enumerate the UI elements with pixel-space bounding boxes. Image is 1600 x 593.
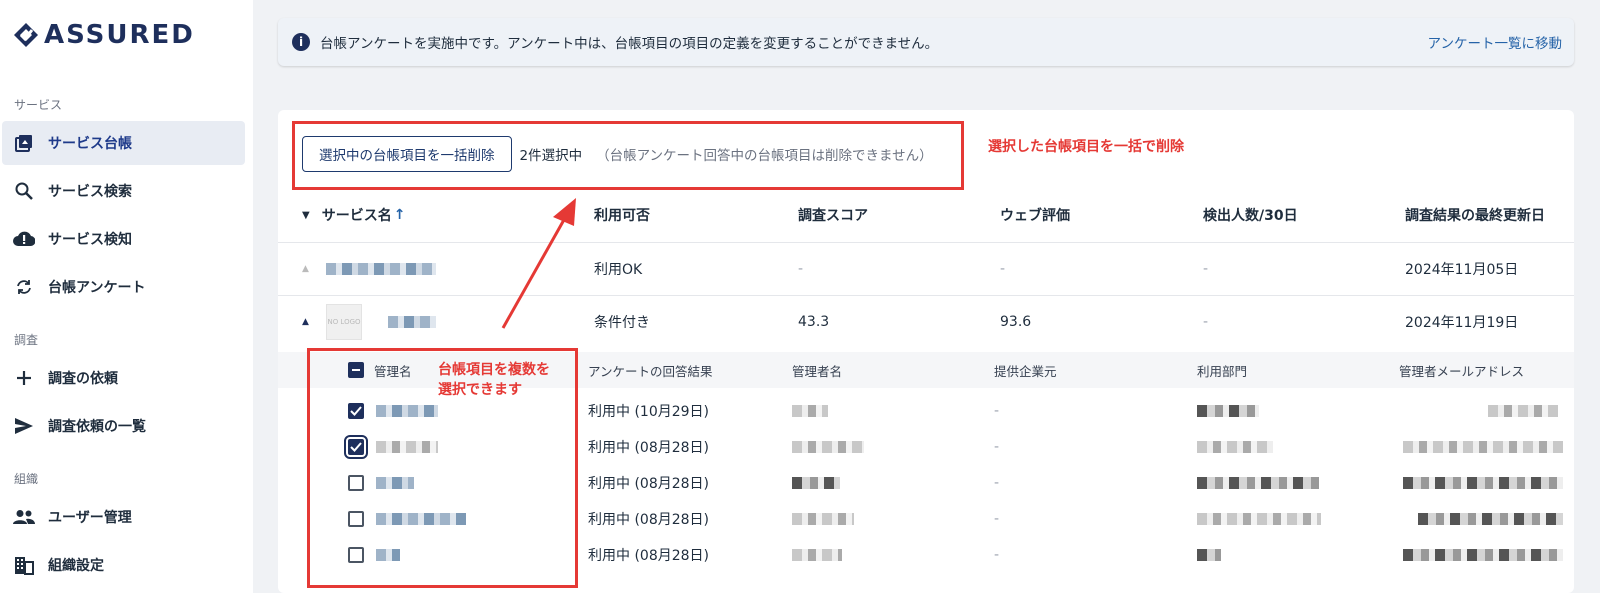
annotation-arrow <box>501 198 576 329</box>
